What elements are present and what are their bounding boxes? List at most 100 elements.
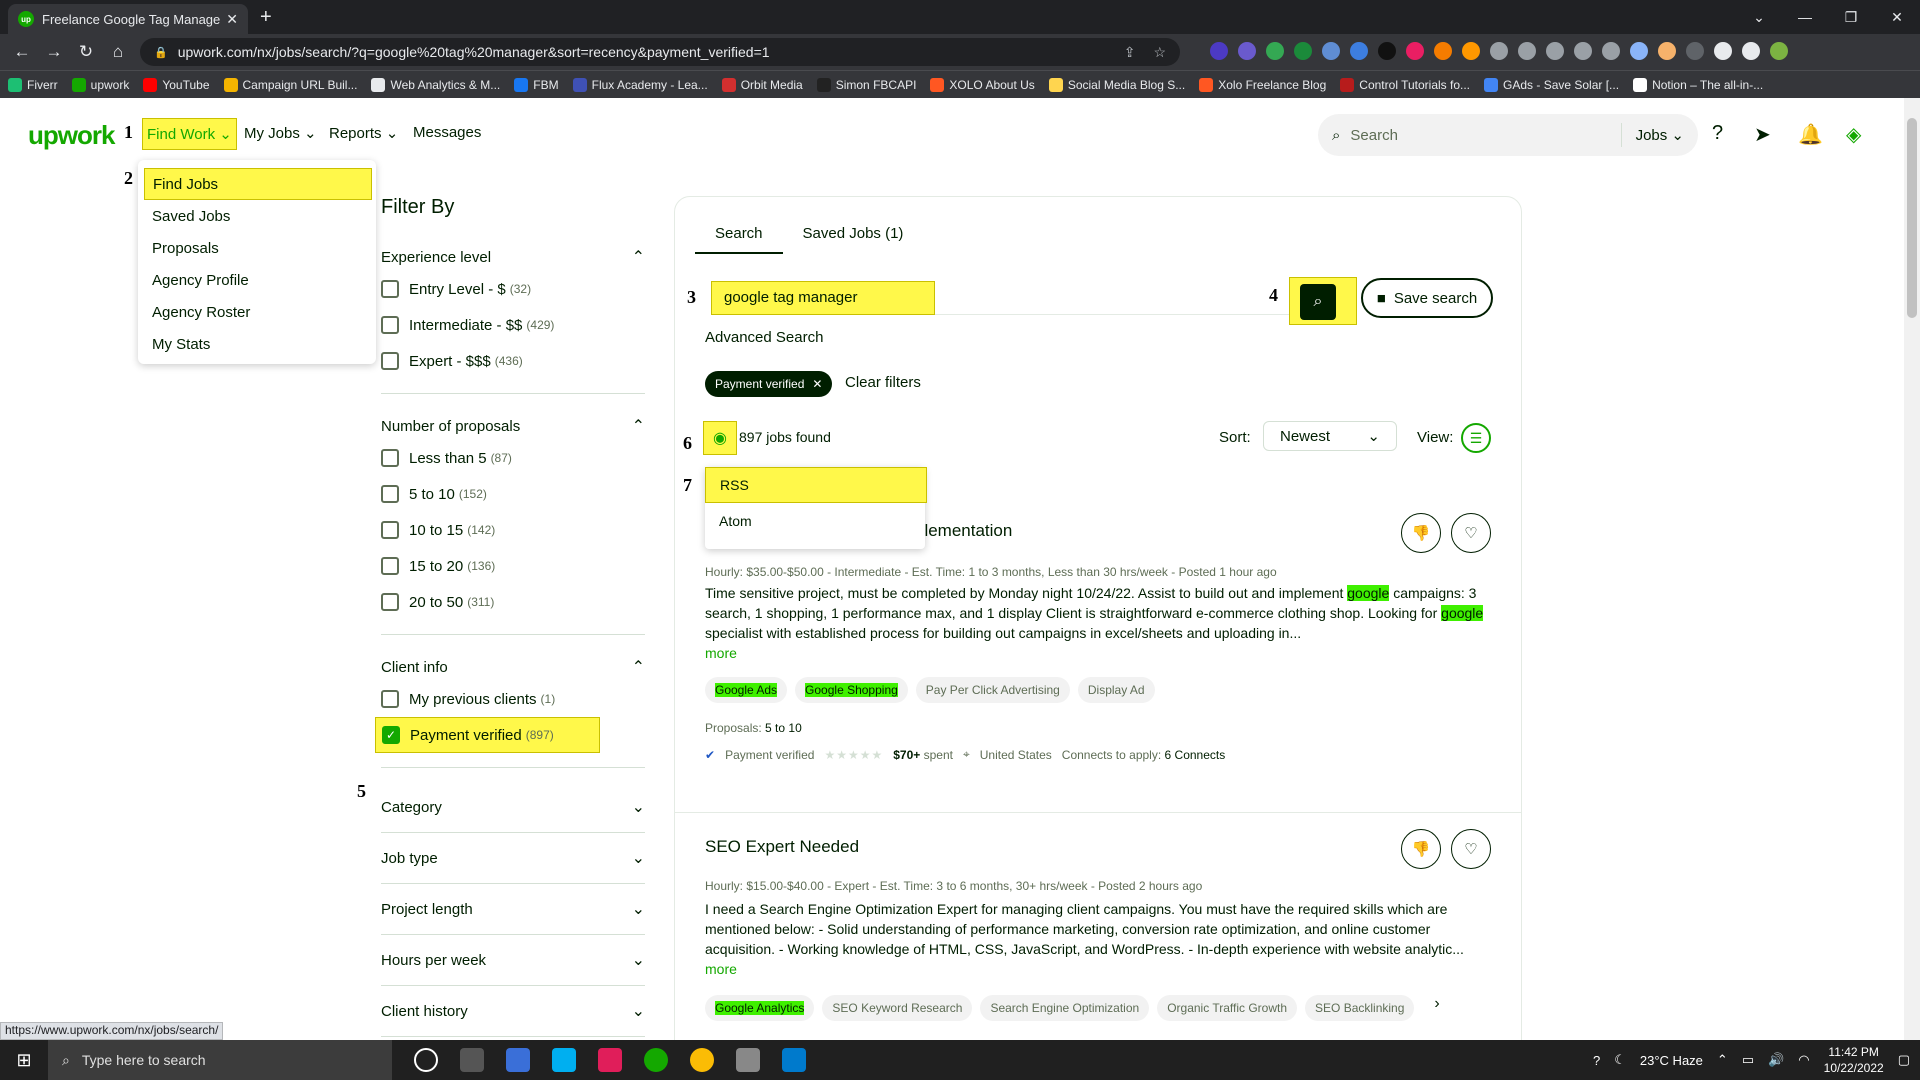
filter-option[interactable]: Intermediate - $$ (429) bbox=[381, 307, 645, 343]
extension-icon[interactable] bbox=[1686, 42, 1704, 60]
bookmark-item[interactable]: Social Media Blog S... bbox=[1048, 77, 1185, 92]
job-title[interactable]: SEO Expert Needed bbox=[705, 837, 859, 857]
notifications-icon[interactable]: 🔔 bbox=[1798, 122, 1823, 147]
address-bar[interactable]: 🔒 upwork.com/nx/jobs/search/?q=google%20… bbox=[140, 38, 1180, 66]
extension-icon[interactable] bbox=[1434, 42, 1452, 60]
browser-tab[interactable]: up Freelance Google Tag Manager J... ✕ bbox=[8, 4, 248, 34]
header-search[interactable]: ⌕ Search Jobs ⌄ bbox=[1318, 114, 1698, 156]
job-card[interactable]: SEO Expert Needed 👎 ♡ Hourly: $15.00-$40… bbox=[675, 813, 1521, 1040]
chevron-up-icon[interactable]: ⌃ bbox=[1717, 1052, 1728, 1068]
extension-icon[interactable] bbox=[1406, 42, 1424, 60]
wifi-icon[interactable]: ◠ bbox=[1798, 1052, 1809, 1068]
direct-contracts-icon[interactable]: ➤ bbox=[1754, 122, 1771, 147]
bookmark-item[interactable]: Notion – The all-in-... bbox=[1633, 77, 1763, 92]
battery-icon[interactable]: ▭ bbox=[1742, 1052, 1754, 1068]
nav-reports[interactable]: Reports ⌄ bbox=[329, 124, 398, 142]
nav-messages[interactable]: Messages bbox=[413, 124, 481, 141]
close-tab-icon[interactable]: ✕ bbox=[226, 11, 238, 28]
filter-option[interactable]: 15 to 20 (136) bbox=[381, 548, 645, 584]
close-window-icon[interactable]: ✕ bbox=[1874, 0, 1920, 34]
menu-saved-jobs[interactable]: Saved Jobs bbox=[138, 200, 376, 232]
heart-icon[interactable]: ♡ bbox=[1451, 513, 1491, 553]
share-icon[interactable]: ⇪ bbox=[1124, 44, 1136, 61]
filter-option[interactable]: Expert - $$$ (436) bbox=[381, 343, 645, 379]
extension-icon[interactable] bbox=[1322, 42, 1340, 60]
bookmark-item[interactable]: Simon FBCAPI bbox=[816, 77, 916, 92]
filter-option[interactable]: Less than 5 (87) bbox=[381, 440, 645, 476]
extension-icon[interactable] bbox=[1350, 42, 1368, 60]
bookmark-item[interactable]: Fiverr bbox=[8, 77, 58, 92]
reload-icon[interactable]: ↻ bbox=[70, 42, 102, 62]
extension-icon[interactable] bbox=[1210, 42, 1228, 60]
clock[interactable]: 11:42 PM 10/22/2022 bbox=[1824, 1044, 1884, 1076]
payment-verified-chip[interactable]: Payment verified ✕ bbox=[705, 371, 833, 397]
bookmark-item[interactable]: Control Tutorials fo... bbox=[1340, 77, 1470, 92]
task-view-icon[interactable] bbox=[460, 1048, 484, 1072]
menu-agency-profile[interactable]: Agency Profile bbox=[138, 264, 376, 296]
filter-client-info-header[interactable]: Client info ⌃ bbox=[381, 653, 645, 681]
slack-icon[interactable] bbox=[598, 1048, 622, 1072]
tab-search[interactable]: Search bbox=[695, 215, 783, 254]
thumbs-down-icon[interactable]: 👎 bbox=[1401, 829, 1441, 869]
tab-search-icon[interactable]: ⌄ bbox=[1736, 0, 1782, 34]
menu-proposals[interactable]: Proposals bbox=[138, 232, 376, 264]
job-search-field[interactable]: google tag manager bbox=[711, 281, 1301, 315]
bookmark-item[interactable]: upwork bbox=[71, 77, 129, 92]
upwork-icon[interactable] bbox=[644, 1048, 668, 1072]
extension-icon[interactable] bbox=[1378, 42, 1396, 60]
filter-option[interactable]: 5 to 10 (152) bbox=[381, 476, 645, 512]
extension-icon[interactable] bbox=[1630, 42, 1648, 60]
filter-experience-header[interactable]: Experience level ⌃ bbox=[381, 243, 645, 271]
extension-icon[interactable] bbox=[1462, 42, 1480, 60]
restore-icon[interactable]: ❐ bbox=[1828, 0, 1874, 34]
minimize-icon[interactable]: — bbox=[1782, 0, 1828, 34]
filter-option[interactable]: 10 to 15 (142) bbox=[381, 512, 645, 548]
profile-icon[interactable]: ◈ bbox=[1846, 122, 1861, 147]
extension-icon[interactable] bbox=[1602, 42, 1620, 60]
bookmark-item[interactable]: Flux Academy - Lea... bbox=[572, 77, 708, 92]
filter-payment-verified[interactable]: ✓ Payment verified (897) bbox=[375, 717, 600, 753]
filter-job-type[interactable]: Job type ⌄ bbox=[381, 833, 645, 884]
bookmark-item[interactable]: Campaign URL Buil... bbox=[223, 77, 357, 92]
search-input[interactable]: Search bbox=[1350, 127, 1398, 144]
help-icon[interactable]: ? bbox=[1593, 1053, 1600, 1068]
skill-tag[interactable]: SEO Backlinking bbox=[1305, 995, 1415, 1021]
filter-proposals-header[interactable]: Number of proposals ⌃ bbox=[381, 412, 645, 440]
extension-icon[interactable] bbox=[1266, 42, 1284, 60]
menu-agency-roster[interactable]: Agency Roster bbox=[138, 296, 376, 328]
bookmark-item[interactable]: Orbit Media bbox=[721, 77, 803, 92]
bookmark-item[interactable]: GAds - Save Solar [... bbox=[1484, 77, 1619, 92]
vscode-icon[interactable] bbox=[782, 1048, 806, 1072]
thumbs-down-icon[interactable]: 👎 bbox=[1401, 513, 1441, 553]
feed-atom-option[interactable]: Atom bbox=[705, 503, 925, 539]
help-icon[interactable]: ? bbox=[1712, 122, 1723, 145]
filter-project-length[interactable]: Project length ⌄ bbox=[381, 884, 645, 935]
skill-tag[interactable]: Search Engine Optimization bbox=[980, 995, 1150, 1021]
list-view-icon[interactable]: ☰ bbox=[1461, 423, 1491, 453]
chevron-right-icon[interactable]: › bbox=[1434, 995, 1439, 1021]
skill-tag[interactable]: Google Analytics bbox=[705, 995, 815, 1021]
job-title[interactable]: plementation bbox=[915, 521, 1012, 541]
rss-feed-button[interactable]: ◉ bbox=[703, 421, 737, 455]
taskbar-search[interactable]: ⌕ Type here to search bbox=[48, 1040, 392, 1080]
skype-icon[interactable] bbox=[552, 1048, 576, 1072]
bookmark-item[interactable]: Xolo Freelance Blog bbox=[1199, 77, 1326, 92]
tab-saved-jobs[interactable]: Saved Jobs (1) bbox=[783, 215, 924, 254]
bookmark-item[interactable]: XOLO About Us bbox=[930, 77, 1035, 92]
new-tab-icon[interactable]: + bbox=[260, 6, 272, 29]
nav-my-jobs[interactable]: My Jobs ⌄ bbox=[244, 124, 317, 142]
extension-icon[interactable] bbox=[1238, 42, 1256, 60]
bookmark-item[interactable]: Web Analytics & M... bbox=[371, 77, 500, 92]
skill-tag[interactable]: Google Shopping bbox=[795, 677, 908, 703]
menu-my-stats[interactable]: My Stats bbox=[138, 328, 376, 360]
nav-find-work[interactable]: Find Work ⌄ bbox=[142, 118, 237, 150]
app-icon[interactable] bbox=[506, 1048, 530, 1072]
filter-client-history[interactable]: Client history ⌄ bbox=[381, 986, 645, 1037]
bookmark-star-icon[interactable]: ☆ bbox=[1153, 44, 1166, 61]
sort-select[interactable]: Newest ⌄ bbox=[1263, 421, 1397, 451]
extension-icon[interactable] bbox=[1294, 42, 1312, 60]
extension-icon[interactable] bbox=[1518, 42, 1536, 60]
filter-category[interactable]: Category ⌄ bbox=[381, 782, 645, 833]
job-search-input[interactable]: google tag manager bbox=[711, 281, 935, 315]
app-icon[interactable] bbox=[736, 1048, 760, 1072]
